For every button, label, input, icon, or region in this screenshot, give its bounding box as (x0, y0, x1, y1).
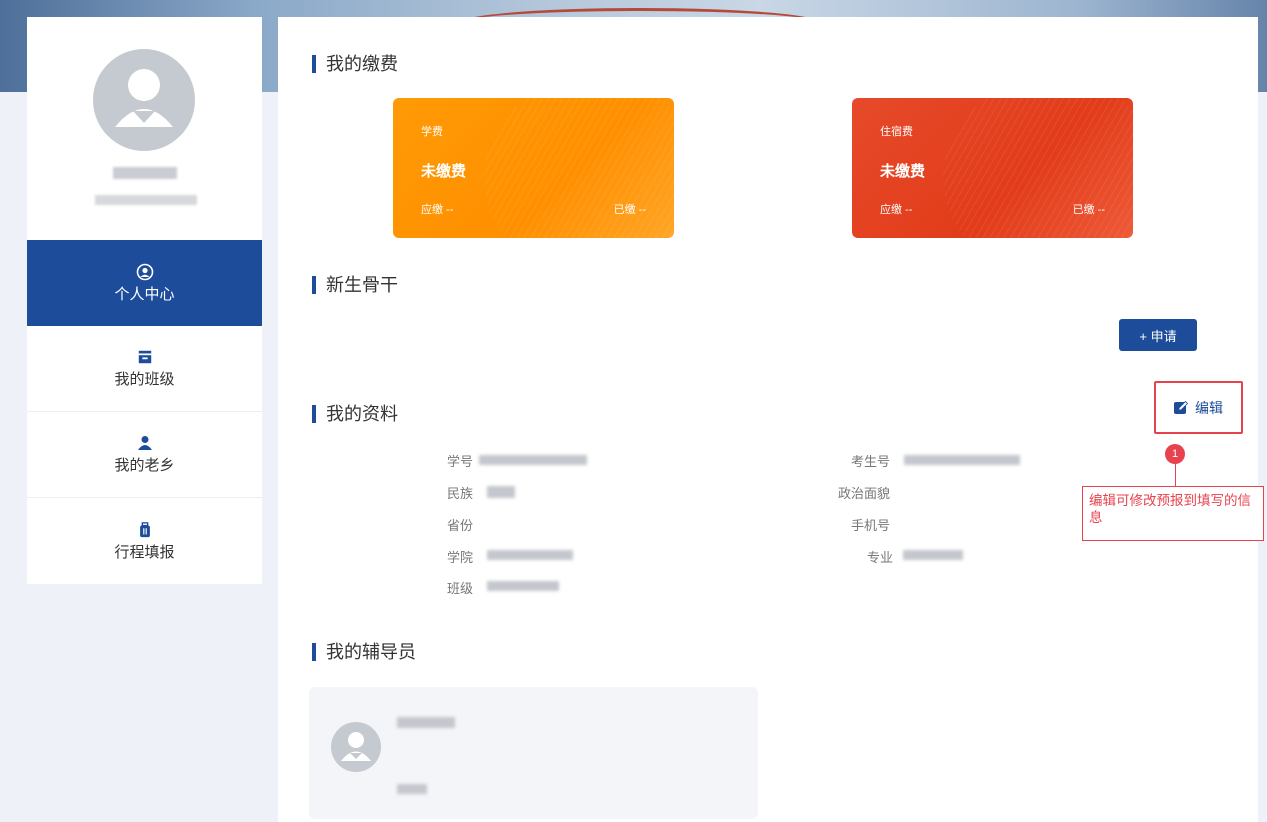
callout-number: 1 (1165, 444, 1185, 464)
field-value-redacted (487, 581, 559, 591)
section-title-backbone: 新生骨干 (312, 276, 398, 294)
field-label-political: 政治面貌 (838, 486, 891, 501)
field-label-student-no: 学号 (447, 454, 474, 469)
card-decoration (943, 98, 1133, 238)
edit-icon (1173, 400, 1189, 416)
sidebar-item-trip-report[interactable]: 行程填报 (27, 498, 262, 584)
fee-card-due: 应缴 -- (421, 204, 454, 216)
callout-text: 编辑可修改预报到填写的信息 (1082, 486, 1264, 541)
field-value-redacted (487, 486, 515, 498)
class-icon (136, 348, 154, 366)
section-title-counselor: 我的辅导员 (312, 643, 416, 661)
sidebar-item-my-class[interactable]: 我的班级 (27, 326, 262, 412)
fee-card-accommodation[interactable]: 住宿费 未缴费 应缴 -- 已缴 -- (852, 98, 1133, 238)
fee-card-paid: 已缴 -- (613, 204, 646, 216)
sidebar-item-label: 个人中心 (114, 285, 175, 303)
apply-button[interactable]: + 申请 (1119, 319, 1197, 351)
fee-card-label: 住宿费 (880, 126, 913, 138)
counselor-name-redacted (397, 717, 455, 728)
card-decoration (484, 98, 674, 238)
field-value-redacted (903, 550, 963, 560)
user-circle-icon (136, 263, 154, 281)
field-label-exam-no: 考生号 (851, 454, 891, 469)
sidebar-item-personal-center[interactable]: 个人中心 (27, 240, 262, 326)
sidebar: 个人中心 我的班级 我的老乡 行程填报 (27, 17, 262, 584)
field-label-class: 班级 (447, 581, 474, 596)
callout-line (1175, 464, 1176, 486)
edit-label: 编辑 (1195, 400, 1223, 416)
luggage-icon (136, 521, 154, 539)
fee-card-status: 未缴费 (421, 163, 467, 180)
users-icon (136, 434, 154, 452)
field-label-college: 学院 (447, 550, 474, 565)
section-title-profile: 我的资料 (312, 405, 398, 423)
user-avatar-icon (115, 69, 173, 127)
field-value-redacted (487, 550, 573, 560)
sidebar-item-label: 行程填报 (114, 543, 175, 561)
user-name-redacted (113, 167, 177, 179)
field-label-province: 省份 (447, 518, 474, 533)
fee-card-status: 未缴费 (880, 163, 926, 180)
field-label-phone: 手机号 (851, 518, 891, 533)
section-title-fees: 我的缴费 (312, 55, 398, 73)
fee-card-label: 学费 (421, 126, 443, 138)
counselor-card[interactable] (309, 687, 758, 819)
field-label-ethnicity: 民族 (447, 486, 474, 501)
fee-card-tuition[interactable]: 学费 未缴费 应缴 -- 已缴 -- (393, 98, 674, 238)
field-value-redacted (904, 455, 1020, 465)
edit-button[interactable]: 编辑 (1173, 399, 1223, 417)
sidebar-item-label: 我的班级 (114, 371, 175, 388)
field-label-major: 专业 (867, 550, 894, 565)
fee-card-due: 应缴 -- (880, 204, 913, 216)
user-id-redacted (95, 195, 197, 205)
counselor-avatar (331, 722, 381, 772)
field-value-redacted (479, 455, 587, 465)
fee-card-paid: 已缴 -- (1072, 204, 1105, 216)
sidebar-item-label: 我的老乡 (114, 457, 175, 474)
sidebar-item-my-hometown[interactable]: 我的老乡 (27, 412, 262, 498)
counselor-avatar-icon (341, 732, 371, 761)
user-avatar (93, 49, 195, 151)
main-panel: 我的缴费 学费 未缴费 应缴 -- 已缴 -- 住宿费 未缴费 应缴 -- 已缴… (278, 17, 1264, 822)
counselor-info-redacted (397, 784, 427, 794)
